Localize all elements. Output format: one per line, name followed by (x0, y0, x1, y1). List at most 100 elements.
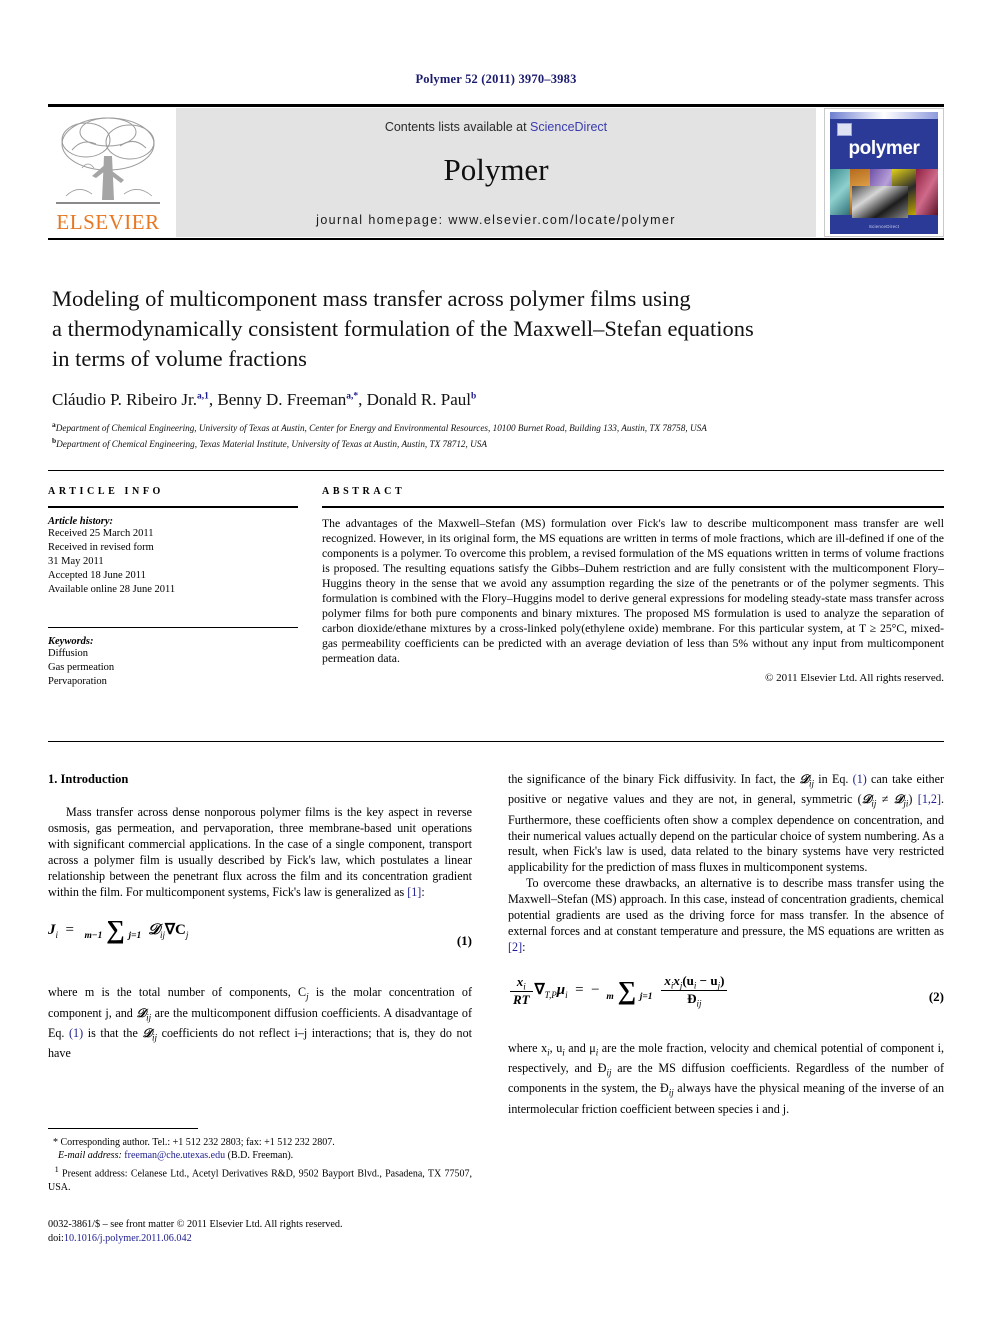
section-heading-introduction: 1. Introduction (48, 772, 129, 786)
eq2-rhs-close: ) (720, 972, 725, 988)
eq2-mu: μ (556, 982, 566, 999)
page-title: Modeling of multicomponent mass transfer… (52, 284, 940, 374)
footnote-1-marker: 1 (54, 1164, 59, 1174)
equation-1-expression: Ji = m−1 ∑ j=1 𝒟ij∇Cj (48, 917, 189, 943)
footnote-star-text: Corresponding author. Tel.: +1 512 232 2… (60, 1137, 335, 1148)
keyword-2: Pervaporation (48, 676, 107, 688)
footnote-email-owner: (B.D. Freeman). (227, 1150, 294, 1162)
paragraph-right-1-symbol-Dij: 𝒟 (861, 792, 872, 807)
eq1-diffusivity-symbol: 𝒟 (148, 921, 160, 938)
title-line-1: Modeling of multicomponent mass transfer… (52, 286, 691, 311)
abstract-text: The advantages of the Maxwell–Stefan (MS… (322, 516, 944, 666)
paper-page: Polymer 52 (2011) 3970–3983 ELSEVIER Con… (0, 0, 992, 1323)
info-top-rule (48, 470, 944, 471)
eq2-gradient-sub: T,P (544, 990, 557, 1001)
article-info-rule (48, 506, 298, 508)
paragraph-right-1-d: ) (908, 792, 918, 807)
equation-1-number: (1) (456, 933, 472, 949)
elsevier-tree-icon (56, 117, 160, 204)
author-separator-2: , (358, 390, 367, 409)
eq1-summation: m−1 ∑ j=1 (84, 917, 141, 943)
footnote-block: * Corresponding author. Tel.: +1 512 232… (48, 1128, 472, 1194)
equation-2-expression: xi RT ∇T,Pμi = − m ∑ j=1 xixj(ui − uj) Ð… (508, 973, 729, 1009)
affiliation-b-text: Department of Chemical Engineering, Texa… (56, 438, 487, 449)
abstract-bottom-rule (48, 741, 944, 742)
footnote-present-address: 1 Present address: Celanese Ltd., Acetyl… (48, 1163, 472, 1194)
cover-footer-text: ScienceDirect (868, 224, 900, 229)
paragraph-intro-1: Mass transfer across dense nonporous pol… (48, 805, 472, 900)
paragraph-intro-2-d: is that the (83, 1026, 143, 1041)
keyword-0: Diffusion (48, 648, 89, 660)
cover-wordmark: polymer (848, 138, 920, 159)
affiliation-list: aDepartment of Chemical Engineering, Uni… (52, 419, 940, 450)
eq2-rhs-denominator: Ðij (661, 990, 728, 1009)
paragraph-intro-2-symbol-D2: 𝒟 (142, 1026, 153, 1041)
citation-2[interactable]: [2] (508, 940, 522, 954)
abstract-heading: ABSTRACT (322, 486, 406, 497)
author-list: Cláudio P. Ribeiro Jr.a,1, Benny D. Free… (52, 390, 940, 410)
elsevier-wordmark: ELSEVIER (56, 210, 160, 234)
citation-1[interactable]: [1] (407, 885, 421, 899)
paragraph-right-2-a: To overcome these drawbacks, an alternat… (508, 876, 944, 938)
citation-eq1-ref[interactable]: (1) (69, 1026, 83, 1040)
paragraph-right-3-b: , u (549, 1040, 563, 1055)
affiliation-b: bDepartment of Chemical Engineering, Tex… (52, 435, 940, 451)
eq2-equals: = (575, 982, 584, 999)
paragraph-right-1-b: in Eq. (814, 772, 853, 786)
affiliation-a: aDepartment of Chemical Engineering, Uni… (52, 419, 940, 435)
author-3-name: Donald R. Paul (366, 390, 471, 409)
eq1-gradient-sub: j (185, 929, 189, 940)
footnote-rule (48, 1128, 198, 1129)
eq2-rhs-ui-open: (u (682, 972, 694, 988)
equation-2: xi RT ∇T,Pμi = − m ∑ j=1 xixj(ui − uj) Ð… (508, 973, 944, 1025)
cover-art: polymer ScienceDirect (830, 112, 938, 234)
doi-link[interactable]: 10.1016/j.polymer.2011.06.042 (64, 1233, 192, 1244)
article-history-label: Article history: (48, 515, 114, 527)
paragraph-right-3: where xi, ui and μi are the mole fractio… (508, 1041, 944, 1118)
keywords-rule (48, 626, 298, 629)
running-head: Polymer 52 (2011) 3970–3983 (415, 72, 577, 86)
eq2-gradient-symbol: ∇ (534, 982, 545, 999)
citation-eq1-right[interactable]: (1) (853, 772, 867, 786)
author-2-affiliation-marker[interactable]: a,* (346, 391, 358, 401)
footnote-corresponding-author: * Corresponding author. Tel.: +1 512 232… (48, 1136, 472, 1163)
cover-micrograph-image (852, 186, 908, 218)
citation-1-2[interactable]: [1,2] (918, 792, 941, 806)
paragraph-right-1-symbol-D: 𝒟 (799, 772, 810, 786)
author-3-affiliation-marker[interactable]: b (471, 391, 476, 401)
keywords-label: Keywords: (48, 636, 94, 648)
journal-banner: ELSEVIER Contents lists available at Sci… (48, 108, 944, 237)
article-info-heading: ARTICLE INFO (48, 486, 164, 497)
paragraph-intro-1-tail: : (421, 884, 425, 899)
footnote-star-marker: * (53, 1137, 58, 1148)
eq1-sum-lower: j=1 (128, 931, 142, 942)
banner-center: Contents lists available at ScienceDirec… (176, 108, 816, 237)
eq2-lhs-numerator: xi (510, 974, 533, 992)
eq2-sum-lower: j=1 (639, 991, 653, 1002)
cover-top-band (830, 112, 938, 119)
abstract-rule (322, 506, 944, 508)
affiliation-a-text: Department of Chemical Engineering, Univ… (55, 423, 707, 434)
paragraph-right-1-neq: ≠ (876, 792, 894, 807)
banner-rule-top (48, 104, 944, 107)
imprint-issn-line: 0032-3861/$ – see front matter © 2011 El… (48, 1219, 343, 1230)
eq2-rhs-fraction: xixj(ui − uj) Ðij (661, 973, 728, 1009)
sciencedirect-link[interactable]: ScienceDirect (530, 120, 607, 134)
journal-cover-thumbnail[interactable]: polymer ScienceDirect (824, 108, 944, 237)
author-1-affiliation-marker[interactable]: a,1 (197, 391, 209, 401)
equation-2-number: (2) (928, 988, 944, 1004)
banner-rule-bottom (48, 238, 944, 240)
article-history-1: Received in revised form (48, 541, 154, 553)
paragraph-right-1: the significance of the binary Fick diff… (508, 772, 944, 876)
elsevier-logo: ELSEVIER (48, 108, 168, 237)
body-column-right: the significance of the binary Fick diff… (508, 772, 944, 1118)
footnote-email-link[interactable]: freeman@che.utexas.edu (124, 1150, 225, 1161)
title-line-3: in terms of volume fractions (52, 346, 307, 371)
journal-homepage[interactable]: journal homepage: www.elsevier.com/locat… (176, 213, 816, 227)
paragraph-right-3-a: where x (508, 1040, 548, 1055)
eq2-rhs-numerator: xixj(ui − uj) (661, 973, 727, 991)
eq1-equals: = (65, 921, 74, 938)
eq2-rhs-uj: − u (696, 972, 718, 988)
eq2-lhs-denominator: RT (510, 991, 533, 1008)
